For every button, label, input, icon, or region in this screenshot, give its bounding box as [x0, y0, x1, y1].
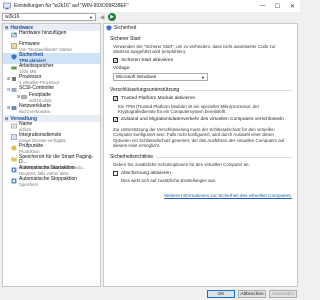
vm-selector-value: w2k16 — [5, 14, 20, 20]
management-section-header[interactable]: ⊟ Verwaltung — [3, 115, 100, 122]
hyperv-settings-icon — [3, 2, 11, 10]
dialog-buttons: OK Abbrechen Anwenden — [0, 288, 300, 300]
tree-item-add-hardware[interactable]: Hardware hinzufügen — [3, 31, 100, 42]
toolbar: w2k16 ▼ ◀ ▶ — [0, 12, 300, 22]
chevron-down-icon: ▼ — [89, 14, 93, 20]
apply-button[interactable]: Anwenden — [269, 290, 297, 298]
start-action-icon — [11, 167, 17, 173]
template-dropdown[interactable]: Microsoft Windows ▼ — [113, 73, 208, 82]
checkbox-checked-icon: ✓ — [113, 96, 118, 102]
chevron-down-icon: ▼ — [201, 74, 205, 80]
secure-boot-header: Sicherer Start — [110, 36, 141, 42]
collapse-icon: ⊟ — [5, 25, 9, 30]
network-adapter-icon — [11, 106, 17, 110]
checkpoint-icon — [11, 145, 17, 151]
forward-arrow-icon[interactable]: ▶ — [108, 13, 116, 21]
back-arrow-icon[interactable]: ◀ — [98, 13, 106, 21]
ok-button[interactable]: OK — [207, 290, 235, 298]
tpm-checkbox[interactable]: ✓ Trusted Platform Module aktivieren — [110, 96, 292, 102]
secure-boot-checkbox[interactable]: ✓ Sicheren Start aktivieren — [110, 57, 292, 63]
checkbox-checked-icon: ✓ — [113, 117, 118, 123]
migration-encryption-checkbox[interactable]: ✓ Zustand und Migrationsdatenverkehr des… — [110, 117, 292, 123]
tree-item-auto-stop[interactable]: Automatische Stoppaktion Speichern — [3, 177, 100, 188]
tree-item-network-adapter[interactable]: ⊞ Netzwerkkarte Nicht verbunden — [3, 104, 100, 115]
checkbox-checked-icon: ✓ — [113, 57, 118, 63]
firmware-icon — [11, 43, 17, 49]
shielding-checkbox[interactable]: Abschirmung aktivieren — [110, 170, 292, 176]
controller-icon — [11, 88, 17, 92]
tpm-description: Ein TPM (Trusted Platform Module) ist ei… — [118, 103, 260, 115]
memory-icon — [11, 66, 17, 70]
tree-item-firmware[interactable]: Firmware Von "Netzwerkkarte" starten — [3, 42, 100, 53]
settings-tree: ⊟ Hardware Hardware hinzufügen Firmware V… — [2, 23, 101, 287]
title-bar: Einstellungen für "w2k16" auf "WIN-993O0… — [0, 0, 300, 12]
tree-item-hard-drive[interactable]: ⊞ Festplatte w2k16.vhdx — [3, 93, 100, 104]
stop-action-icon — [11, 178, 17, 184]
template-label: Vorlage: — [113, 66, 131, 72]
policy-note: Dies wirkt sich auf zusätzliche Einstell… — [121, 178, 217, 184]
checkbox-unchecked-icon — [113, 170, 118, 176]
close-button[interactable]: ✕ — [285, 0, 300, 12]
tree-item-integration-services[interactable]: Integrationsdienste Einige Dienste verfüg… — [3, 133, 100, 144]
more-info-link[interactable]: Weitere Informationen zur Sicherheit des… — [110, 193, 292, 198]
window-title: Einstellungen für "w2k16" auf "WIN-993O0… — [14, 3, 129, 9]
secure-boot-description: Verwenden Sie "Sicherer Start", um zu ve… — [113, 44, 276, 55]
tree-item-scsi-controller[interactable]: ⊟ SCSI-Controller — [3, 86, 100, 93]
vm-selector[interactable]: w2k16 ▼ — [2, 13, 96, 21]
shield-icon — [11, 54, 17, 60]
encryption-header: Verschlüsselungsunterstützung — [110, 87, 292, 93]
integration-services-icon — [11, 134, 17, 140]
security-panel: Sicherheit Sicherer Start Verwenden Sie … — [103, 23, 298, 287]
name-icon — [11, 123, 17, 129]
cancel-button[interactable]: Abbrechen — [238, 290, 266, 298]
panel-title: Sicherheit — [104, 24, 297, 32]
policy-description: Geben Sie zusätzliche Schutzoptionen für… — [113, 162, 250, 168]
settings-window: Einstellungen für "w2k16" auf "WIN-993O0… — [0, 0, 300, 300]
add-hardware-icon — [11, 32, 17, 38]
collapse-icon: ⊟ — [5, 116, 9, 121]
tree-item-memory[interactable]: Arbeitsspeicher 1024 MB — [3, 64, 100, 75]
minimize-button[interactable]: — — [255, 0, 270, 12]
folder-icon — [11, 157, 17, 162]
shield-icon — [106, 25, 112, 31]
policy-header: Sicherheitsrichtlinie — [110, 154, 292, 160]
encryption-description: Zur Unterstützung der Verschlüsselung mu… — [113, 126, 285, 149]
processor-icon — [12, 77, 16, 81]
maximize-button[interactable]: ☐ — [270, 0, 285, 12]
hard-drive-icon — [21, 95, 27, 99]
